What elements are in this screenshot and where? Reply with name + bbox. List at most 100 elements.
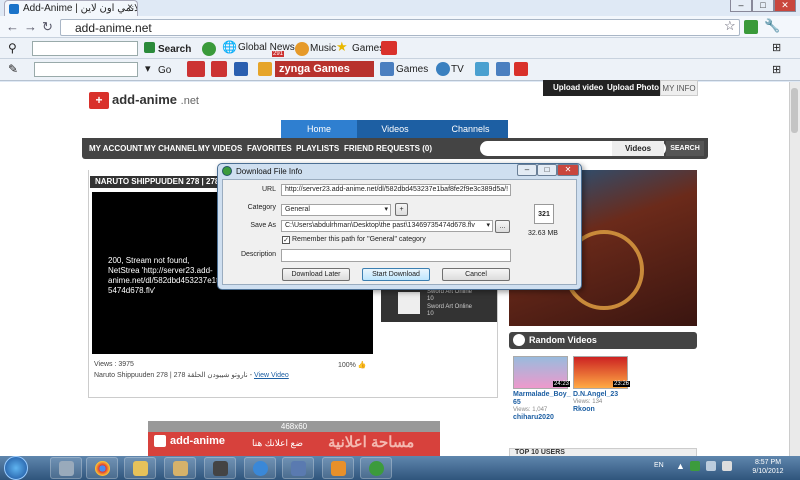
toolbar2-add-icon[interactable]: ⊞ [772,63,781,76]
volume-icon[interactable] [722,461,732,471]
tab-home[interactable]: Home [281,120,357,138]
forward-icon[interactable]: → [24,19,37,34]
search-button[interactable]: SEARCH [666,141,704,156]
tv-link[interactable]: TV [451,64,464,75]
toolbar2-app-icon-3[interactable] [514,62,528,76]
taskbar-app-ie[interactable] [244,457,276,479]
toolbar-search-input[interactable] [32,41,138,56]
my-info-link[interactable]: MY INFO [660,80,698,96]
close-window-button[interactable]: ✕ [774,0,796,12]
taskbar-app-chrome[interactable] [86,457,118,479]
related-title-2[interactable]: Sword Art Online [427,304,472,310]
download-later-button[interactable]: Download Later [282,268,350,281]
taskbar-app-computer[interactable] [50,457,82,479]
page-scrollbar[interactable] [789,82,800,456]
taskbar-app-player[interactable] [322,457,354,479]
network-icon[interactable] [706,461,716,471]
tab-channels[interactable]: Channels [433,120,508,138]
back-icon[interactable]: ← [6,19,19,34]
global-news-link[interactable]: Global News [238,42,295,53]
taskbar-app-media[interactable] [204,457,236,479]
idm-icon [369,461,384,476]
facebook-icon[interactable] [234,62,248,76]
random-video-views-2: Views: 134 [573,399,603,405]
description-input[interactable] [281,249,511,262]
related-thumb[interactable] [398,292,420,314]
toolbar-search-button[interactable]: Search [158,44,191,55]
taskbar-app-idm[interactable] [360,457,392,479]
extension-icon[interactable] [744,20,758,34]
taskbar-app-explorer[interactable] [124,457,156,479]
toolbar2-app-icon-2[interactable] [496,62,510,76]
bookmark-star-icon[interactable]: ☆ [724,18,736,34]
nav-playlists[interactable]: PLAYLISTS [296,138,339,159]
dialog-maximize-button[interactable]: □ [537,164,557,176]
dialog-url-field[interactable]: http://server23.add-anime.net/dl/582dbd4… [281,184,511,196]
nav-my-channel[interactable]: MY CHANNEL [144,138,197,159]
random-video-title-2[interactable]: D.N.Angel_23 [573,391,618,399]
tab-close-icon[interactable]: × [127,2,133,13]
random-video-user-1[interactable]: chiharu2020 [513,414,554,422]
toolbar2-app-icon-1[interactable] [475,62,489,76]
file-size: 32.63 MB [528,230,558,237]
browser-tab[interactable]: Add-Anime | لانمي اون لاين × [4,0,138,16]
taskbar-app-editor[interactable] [282,457,314,479]
toolbar1-add-icon[interactable]: ⊞ [772,41,781,54]
search-category-select[interactable]: Videos [612,141,664,156]
random-video-user-2[interactable]: Rkoon [573,406,595,414]
top100-icon[interactable] [211,61,227,77]
browse-button[interactable]: ... [495,220,510,233]
taskbar-clock[interactable]: 8:57 PM 9/10/2012 [746,458,790,476]
start-button[interactable] [4,456,28,480]
add-category-button[interactable]: + [395,203,408,216]
reload-icon[interactable]: ↻ [42,19,53,35]
dialog-minimize-button[interactable]: – [517,164,537,176]
wrench-icon[interactable]: 🔧 [764,18,780,34]
tray-up-icon[interactable]: ▲ [676,461,685,471]
view-video-link[interactable]: View Video [254,372,289,379]
tray-app-icon[interactable] [690,461,700,471]
games-link[interactable]: Games [352,43,384,54]
language-indicator[interactable]: EN [654,462,664,469]
ad-size-label: 468x60 [148,421,440,432]
nav-my-videos[interactable]: MY VIDEOS [198,138,242,159]
view-count: Views : 3975 [94,361,134,368]
site-logo[interactable]: + add-anime .net [89,92,199,110]
game-controller-icon[interactable] [258,62,272,76]
games2-link[interactable]: Games [396,64,428,75]
remember-checkbox[interactable]: ✓ [282,236,290,244]
dialog-close-button[interactable]: ✕ [557,164,579,176]
toolbar-logo-icon[interactable] [202,42,216,56]
c8-icon[interactable] [381,41,397,55]
search-go-icon[interactable] [144,42,155,53]
scrollbar-thumb[interactable] [791,88,798,133]
ad-logo-text: add-anime [170,435,226,447]
globe-icon: 🌐 [222,40,237,54]
music-link[interactable]: Music [310,43,336,54]
zynga-games-button[interactable]: zynga Games [275,61,374,77]
minimize-button[interactable]: – [730,0,752,12]
nav-favorites[interactable]: FAVORITES [247,138,292,159]
nav-my-account[interactable]: MY ACCOUNT [89,138,143,159]
main-tabs: Home Videos Channels [281,120,508,138]
play-icon[interactable] [187,61,205,77]
maximize-button[interactable]: □ [752,0,774,12]
search-icon[interactable]: ⚲ [8,41,17,55]
cancel-button[interactable]: Cancel [442,268,510,281]
taskbar-app-mail[interactable] [164,457,196,479]
upload-video-link[interactable]: Upload video [553,83,603,92]
nav-friend-requests[interactable]: FRIEND REQUESTS (0) [344,138,432,159]
upload-photo-link[interactable]: Upload Photo [607,83,659,92]
save-as-select[interactable]: C:\Users\abdulrhman\Desktop\the past\134… [281,220,493,232]
category-select[interactable]: General ▾ [281,204,391,216]
url-input[interactable]: add-anime.net [60,19,740,36]
start-download-button[interactable]: Start Download [362,268,430,281]
tools-icon[interactable]: ✎ [8,62,18,76]
thumbs-up-icon[interactable]: 👍 [358,362,367,369]
remember-label: Remember this path for "General" categor… [292,236,426,243]
random-video-title-1[interactable]: Marmalade_Boy_ 65 [513,391,571,407]
go-button[interactable]: Go [158,65,171,76]
toolbar2-input[interactable] [34,62,138,77]
random-video-views-1: Views: 1,047 [513,407,548,413]
tab-videos[interactable]: Videos [357,120,433,138]
